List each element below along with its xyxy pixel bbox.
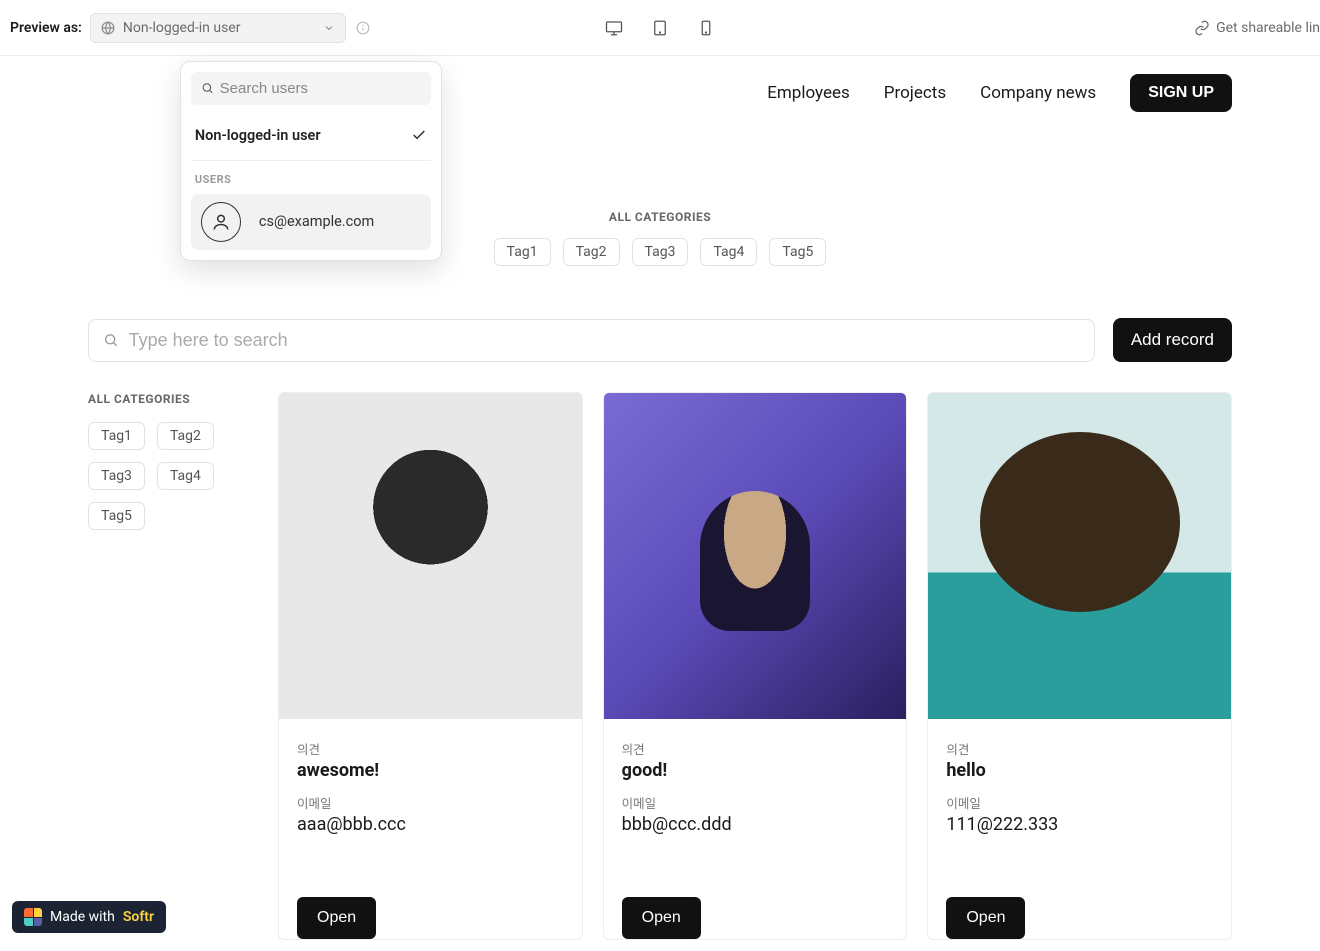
share-link-text: Get shareable lin [1216,20,1320,36]
avatar [201,202,241,242]
tag[interactable]: Tag5 [88,502,145,530]
signup-button[interactable]: SIGN UP [1130,74,1232,112]
mobile-icon[interactable] [697,19,715,37]
dropdown-option-non-logged-in[interactable]: Non-logged-in user [191,117,431,154]
nav-employees[interactable]: Employees [767,83,850,103]
search-input[interactable] [129,330,1080,351]
chevron-down-icon [323,22,335,34]
card-email-label: 이메일 [946,793,1213,812]
search-box[interactable] [88,319,1095,362]
main-content: ALL CATEGORIES Tag1 Tag2 Tag3 Tag4 Tag5 … [88,392,1232,940]
search-row: Add record [88,318,1232,362]
card-opinion-value: awesome! [297,760,564,781]
sidebar-categories-title: ALL CATEGORIES [88,392,250,406]
preview-dropdown: Non-logged-in user Non-logged-in user US… [90,13,346,43]
dropdown-users-header: USERS [191,173,431,194]
dropdown-user-row[interactable]: cs@example.com [191,194,431,250]
card-email-label: 이메일 [622,793,889,812]
card-email-value: aaa@bbb.ccc [297,814,564,835]
link-icon [1194,20,1210,36]
open-button[interactable]: Open [297,897,376,939]
tag[interactable]: Tag3 [632,238,689,266]
open-button[interactable]: Open [946,897,1025,939]
softr-logo-icon [24,908,42,926]
open-button[interactable]: Open [622,897,701,939]
preview-dropdown-panel: Non-logged-in user USERS cs@example.com [180,61,442,261]
card: 의견 awesome! 이메일 aaa@bbb.ccc Open [278,392,583,940]
user-icon [211,212,231,232]
divider [191,160,431,161]
made-with-softr-badge[interactable]: Made with Softr [12,901,166,933]
tag[interactable]: Tag2 [157,422,214,450]
globe-icon [101,21,115,35]
card-image [928,393,1231,719]
card-body: 의견 awesome! 이메일 aaa@bbb.ccc [279,719,582,857]
tag[interactable]: Tag1 [88,422,145,450]
desktop-icon[interactable] [605,19,623,37]
card-image [279,393,582,719]
card-opinion-value: hello [946,760,1213,781]
dropdown-option-label: Non-logged-in user [195,127,321,144]
preview-selected-text: Non-logged-in user [123,20,323,36]
card-body: 의견 hello 이메일 111@222.333 [928,719,1231,857]
card-opinion-label: 의견 [946,739,1213,758]
nav-projects[interactable]: Projects [884,83,946,103]
card-opinion-label: 의견 [297,739,564,758]
get-shareable-link[interactable]: Get shareable lin [1194,20,1320,36]
dropdown-search[interactable] [191,72,431,105]
check-icon [411,127,427,143]
tag[interactable]: Tag1 [494,238,551,266]
tablet-icon[interactable] [651,19,669,37]
preview-user-select[interactable]: Non-logged-in user [90,13,346,43]
viewport-switcher [605,19,715,37]
add-record-button[interactable]: Add record [1113,318,1232,362]
card-opinion-label: 의견 [622,739,889,758]
card-body: 의견 good! 이메일 bbb@ccc.ddd [604,719,907,857]
preview-bar: Preview as: Non-logged-in user Non-logge… [0,0,1320,56]
brand-logo[interactable] [88,83,108,103]
card: 의견 hello 이메일 111@222.333 Open [927,392,1232,940]
sidebar: ALL CATEGORIES Tag1 Tag2 Tag3 Tag4 Tag5 [88,392,250,940]
card-email-label: 이메일 [297,793,564,812]
tag[interactable]: Tag4 [157,462,214,490]
tag[interactable]: Tag2 [563,238,620,266]
softr-prefix: Made with [50,909,115,925]
card-email-value: 111@222.333 [946,814,1213,835]
card-opinion-value: good! [622,760,889,781]
main-nav: Employees Projects Company news SIGN UP [767,74,1232,112]
info-icon[interactable] [356,21,370,35]
preview-as-label: Preview as: [10,20,82,36]
tag[interactable]: Tag3 [88,462,145,490]
tag[interactable]: Tag4 [700,238,757,266]
search-icon [201,81,214,95]
nav-company-news[interactable]: Company news [980,83,1096,103]
user-email: cs@example.com [259,213,374,230]
tag[interactable]: Tag5 [769,238,826,266]
cards: 의견 awesome! 이메일 aaa@bbb.ccc Open 의견 good… [278,392,1232,940]
sidebar-tags: Tag1 Tag2 Tag3 Tag4 Tag5 [88,422,250,530]
card-image [604,393,907,719]
card-email-value: bbb@ccc.ddd [622,814,889,835]
search-icon [103,332,119,348]
softr-brand: Softr [123,909,154,925]
card: 의견 good! 이메일 bbb@ccc.ddd Open [603,392,908,940]
dropdown-search-input[interactable] [220,80,421,97]
